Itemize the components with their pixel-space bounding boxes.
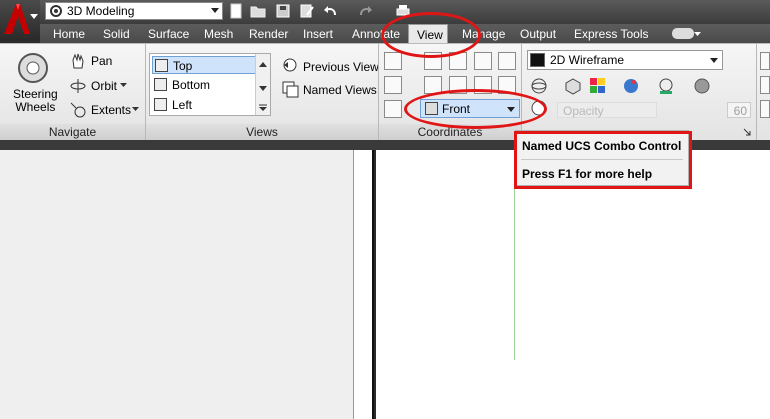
- steering-wheels-text: Steering Wheels: [13, 87, 58, 114]
- named-views-icon[interactable]: [282, 81, 299, 98]
- tab-surface[interactable]: Surface: [148, 27, 189, 41]
- x-ray-icon[interactable]: [657, 77, 675, 95]
- steering-wheel-icon[interactable]: [17, 52, 49, 84]
- color-blocks-icon[interactable]: [589, 77, 607, 95]
- zoom-extents-icon[interactable]: [69, 101, 87, 119]
- views-list[interactable]: Top Bottom Left: [149, 53, 271, 116]
- tab-solid[interactable]: Solid: [103, 27, 130, 41]
- orbit-icon[interactable]: [69, 77, 87, 95]
- panel-icon[interactable]: [760, 76, 770, 94]
- save-as-icon[interactable]: [299, 3, 315, 19]
- cube-icon: [155, 59, 168, 72]
- material-sphere-icon[interactable]: [622, 77, 640, 95]
- chevron-down-icon: [132, 107, 139, 111]
- views-list-scrollbar[interactable]: [255, 54, 270, 115]
- panel-separator: [521, 44, 522, 140]
- tab-insert[interactable]: Insert: [303, 27, 333, 41]
- annotation-rect-tooltip: [514, 131, 692, 189]
- visual-style-icon: [530, 53, 545, 67]
- previous-view-label[interactable]: Previous View: [303, 60, 379, 74]
- chevron-down-icon: [30, 14, 38, 19]
- ucs-icon[interactable]: [384, 52, 402, 70]
- application-menu-button[interactable]: [0, 0, 40, 40]
- undo-icon[interactable]: [322, 3, 338, 19]
- workspace-name: 3D Modeling: [67, 4, 135, 18]
- ucs-icon-properties[interactable]: [384, 100, 402, 118]
- visual-style-dropdown[interactable]: 2D Wireframe: [527, 50, 723, 70]
- cube-icon: [154, 78, 167, 91]
- named-views-label[interactable]: Named Views: [303, 83, 377, 97]
- extents-label[interactable]: Extents: [91, 103, 131, 117]
- list-item-top[interactable]: Top: [152, 56, 256, 74]
- dialog-launcher-icon[interactable]: [743, 128, 751, 136]
- sphere-wire-icon[interactable]: [530, 77, 548, 95]
- tab-express-tools[interactable]: Express Tools: [574, 27, 648, 41]
- list-item-label: Bottom: [172, 78, 211, 92]
- ribbon-minimize-button[interactable]: [672, 28, 694, 39]
- pan-hand-icon[interactable]: [69, 52, 87, 70]
- panel-separator: [756, 44, 757, 140]
- opacity-label: Opacity: [563, 104, 604, 118]
- box-icon[interactable]: [564, 77, 582, 95]
- list-item-left[interactable]: Left: [152, 96, 256, 114]
- annotation-circle-view-tab: [381, 12, 481, 58]
- expand-icon[interactable]: [259, 104, 267, 111]
- visual-style-value: 2D Wireframe: [550, 53, 625, 67]
- pan-label[interactable]: Pan: [91, 54, 112, 68]
- opacity-slider[interactable]: Opacity: [557, 102, 657, 118]
- ucs-z-axis-icon[interactable]: [474, 52, 492, 70]
- panel-icon[interactable]: [760, 100, 770, 118]
- left-panel: [0, 150, 354, 419]
- views-panel-title: Views: [146, 124, 378, 140]
- tab-output[interactable]: Output: [520, 27, 556, 41]
- ucs-x-icon[interactable]: [384, 76, 402, 94]
- tab-mesh[interactable]: Mesh: [204, 27, 233, 41]
- opacity-value[interactable]: 60: [727, 102, 751, 118]
- steering-wheels-label[interactable]: Steering Wheels: [13, 88, 58, 114]
- chevron-down-icon[interactable]: [259, 86, 267, 91]
- new-file-icon[interactable]: [228, 3, 244, 19]
- chevron-up-icon[interactable]: [259, 62, 267, 67]
- tab-render[interactable]: Render: [249, 27, 288, 41]
- save-icon[interactable]: [275, 3, 291, 19]
- gray-sphere-icon[interactable]: [693, 77, 711, 95]
- chevron-down-icon: [694, 32, 701, 36]
- panel-divider[interactable]: [354, 150, 374, 419]
- orbit-label[interactable]: Orbit: [91, 79, 117, 93]
- list-item-label: Top: [173, 59, 193, 73]
- drawing-viewport[interactable]: [376, 150, 770, 419]
- ucs-view-icon[interactable]: [498, 52, 516, 70]
- redo-icon[interactable]: [358, 3, 374, 19]
- navigate-panel-title: Navigate: [0, 124, 145, 140]
- opacity-value-text: 60: [733, 104, 747, 118]
- list-item-bottom[interactable]: Bottom: [152, 76, 256, 94]
- cube-icon: [154, 98, 167, 111]
- open-folder-icon[interactable]: [250, 3, 266, 19]
- tab-home[interactable]: Home: [53, 27, 85, 41]
- annotation-circle-ucs-combo: [404, 89, 547, 129]
- previous-view-icon[interactable]: [282, 57, 299, 74]
- workspace-switcher[interactable]: 3D Modeling: [45, 2, 223, 20]
- panel-icon[interactable]: [760, 52, 770, 70]
- autocad-logo-icon: [4, 4, 30, 34]
- list-item-label: Left: [172, 98, 193, 112]
- chevron-down-icon: [211, 8, 219, 13]
- gear-icon: [50, 5, 62, 17]
- chevron-down-icon: [710, 58, 718, 63]
- chevron-down-icon: [120, 83, 127, 87]
